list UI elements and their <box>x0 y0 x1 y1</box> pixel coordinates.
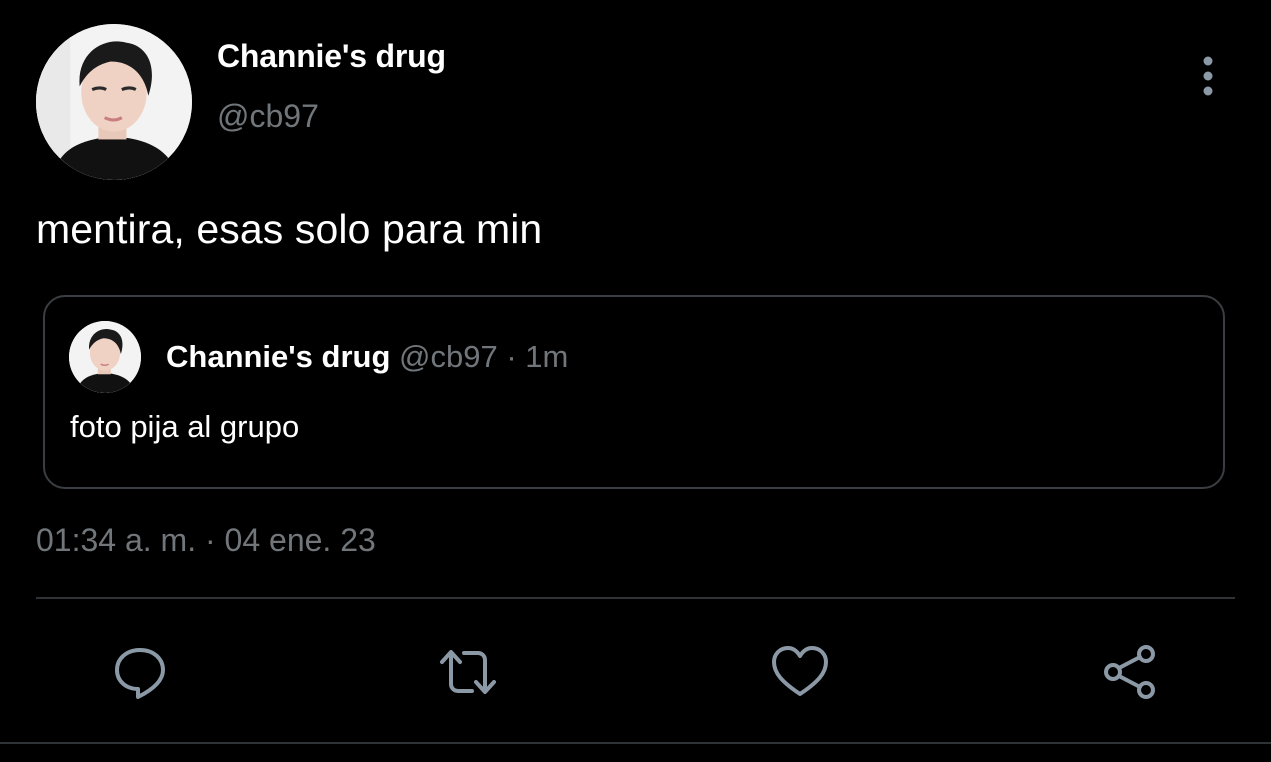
quoted-handle: @cb97 <box>399 339 498 374</box>
avatar-image <box>36 24 192 180</box>
reply-button[interactable] <box>108 640 172 704</box>
like-button[interactable] <box>768 640 832 704</box>
bottom-divider <box>0 742 1271 744</box>
quoted-tweet-card[interactable]: Channie's drug @cb97 · 1m foto pija al g… <box>43 295 1225 489</box>
quoted-header: Channie's drug @cb97 · 1m <box>166 339 568 375</box>
more-vertical-icon[interactable] <box>1192 52 1224 100</box>
quoted-avatar-image <box>69 321 141 393</box>
retweet-button[interactable] <box>436 640 500 704</box>
quoted-author-avatar <box>69 321 141 393</box>
quoted-separator: · <box>506 339 517 374</box>
heart-icon <box>772 646 828 696</box>
reply-icon <box>115 648 165 699</box>
share-button[interactable] <box>1098 640 1162 704</box>
author-display-name[interactable]: Channie's drug <box>217 38 446 75</box>
author-avatar[interactable] <box>36 24 192 180</box>
quoted-display-name: Channie's drug <box>166 339 391 374</box>
tweet-meta: 01:34 a. m. · 04 ene. 23 <box>36 522 376 559</box>
meta-separator: · <box>204 522 216 558</box>
tweet-text: mentira, esas solo para min <box>36 206 543 252</box>
retweet-icon <box>440 650 496 694</box>
tweet-date[interactable]: 04 ene. 23 <box>225 522 376 558</box>
divider <box>36 597 1235 599</box>
quoted-time: 1m <box>525 339 569 374</box>
tweet-detail: Channie's drug @cb97 mentira, esas solo … <box>0 0 1271 762</box>
share-icon <box>1104 645 1155 699</box>
tweet-timestamp[interactable]: 01:34 a. m. <box>36 522 196 558</box>
author-handle[interactable]: @cb97 <box>217 98 319 135</box>
quoted-text: foto pija al grupo <box>70 409 300 444</box>
